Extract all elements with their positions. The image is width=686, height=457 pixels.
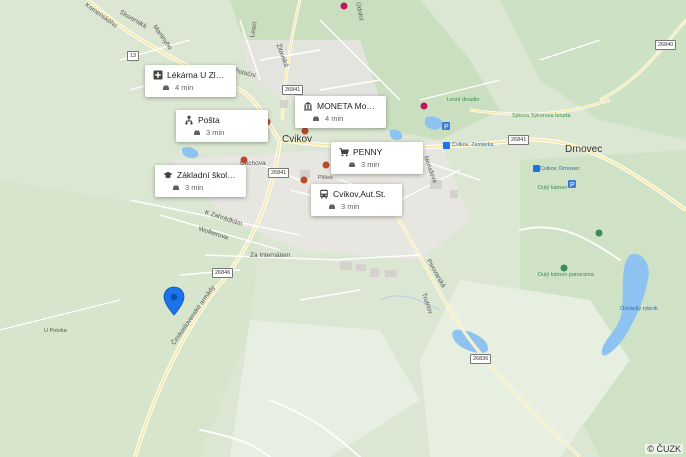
bank-icon (304, 102, 312, 111)
shopping-cart-icon (339, 147, 349, 157)
pharmacy-icon (153, 70, 163, 80)
place-label: Cvikov, Zastávka (452, 142, 494, 148)
poi-card-school[interactable]: Základní škola Bo... 3 min (155, 165, 246, 197)
poi-name: Cvikov,Aut.St. (333, 189, 386, 199)
road-shield: 26841 (282, 85, 304, 95)
shop-marker-icon[interactable] (322, 161, 330, 169)
viewpoint-icon[interactable] (560, 264, 568, 272)
bus-stop-marker-icon[interactable] (533, 165, 540, 172)
svg-text:P: P (444, 124, 449, 130)
poi-card-supermarket[interactable]: PENNY 3 min (331, 142, 423, 174)
poi-card-post-office[interactable]: Pošta 3 min (176, 110, 268, 142)
poi-travel-time: 3 min (341, 202, 360, 211)
poi-travel-time: 3 min (361, 160, 380, 169)
location-pin-icon[interactable] (163, 286, 185, 316)
car-icon (173, 185, 179, 190)
poi-name: Lékárna U Zlatéh... (167, 70, 228, 80)
car-icon (349, 162, 355, 167)
poi-travel-time: 4 min (175, 83, 194, 92)
poi-name: Základní škola Bo... (177, 170, 238, 180)
road-shield: 13 (127, 51, 140, 61)
car-icon (194, 130, 200, 135)
place-label: U Potoka (44, 328, 67, 334)
road-shield: 26836 (470, 354, 492, 364)
poi-name: Pošta (198, 115, 220, 125)
map-canvas[interactable]: Komenského Slovenská Martinyho Potoční Ž… (0, 0, 686, 457)
car-icon (163, 85, 169, 90)
school-icon (163, 171, 173, 179)
car-icon (329, 204, 335, 209)
road-shield: 26841 (508, 135, 530, 145)
post-office-icon (185, 115, 193, 125)
place-label: Lesní divadlo (447, 97, 480, 103)
svg-text:P: P (570, 182, 575, 188)
viewpoint-icon[interactable] (595, 229, 603, 237)
road-shield: 26846 (212, 268, 234, 278)
shop-marker-icon[interactable] (340, 2, 348, 10)
place-label: Dutý kámen panorama (538, 272, 594, 278)
car-icon (313, 116, 319, 121)
bus-stop-icon (320, 189, 328, 199)
street-label: Za Internátem (250, 252, 291, 259)
shop-marker-icon[interactable] (301, 127, 309, 135)
poi-card-bus-station[interactable]: Cvikov,Aut.St. 3 min (311, 184, 402, 216)
road-shield: 26841 (268, 168, 290, 178)
poi-card-pharmacy[interactable]: Lékárna U Zlatéh... 4 min (145, 65, 236, 97)
poi-name: PENNY (353, 147, 383, 157)
place-label: Plíšek (318, 175, 333, 181)
theater-icon[interactable] (420, 102, 428, 110)
road-shield: 26840 (655, 40, 677, 50)
town-label-cvikov: Cvikov (282, 134, 313, 145)
map-base-layer (0, 0, 686, 457)
poi-travel-time: 4 min (325, 114, 344, 123)
poi-name: MONETA Money ... (317, 101, 378, 111)
poi-card-bank[interactable]: MONETA Money ... 4 min (295, 96, 386, 128)
parking-icon[interactable]: P (568, 180, 576, 188)
town-label-drnovec: Drnovec (565, 144, 603, 155)
place-label: Dutý kámen (538, 185, 568, 191)
poi-travel-time: 3 min (206, 128, 225, 137)
bus-stop-marker-icon[interactable] (443, 142, 450, 149)
map-copyright: © ČUZK (645, 444, 683, 454)
shop-marker-icon[interactable] (300, 176, 308, 184)
poi-travel-time: 3 min (185, 183, 204, 192)
place-label: Cvikov, Drnovec (540, 166, 580, 172)
parking-icon[interactable]: P (442, 122, 450, 130)
shop-marker-icon[interactable] (240, 156, 248, 164)
place-label: Sýkora Sýkorova bouda (512, 113, 571, 119)
place-label: Ovčácký rybník (620, 306, 658, 312)
